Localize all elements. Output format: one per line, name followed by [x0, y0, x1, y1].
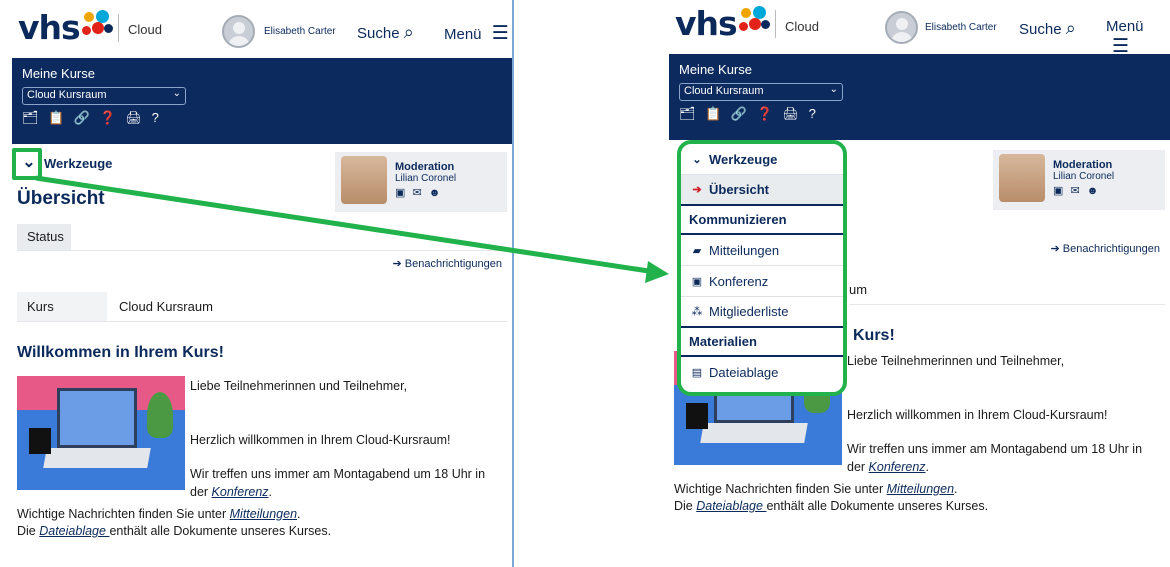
link-dateiablage[interactable]: Dateiablage: [39, 524, 109, 538]
news-line: Wichtige Nachrichten finden Sie unter Mi…: [17, 507, 301, 521]
chevron-down-icon: ⌄: [172, 88, 181, 99]
search-button[interactable]: Suche ⌕: [357, 22, 414, 43]
moderator-contact-icons[interactable]: ▣ ✉ ☻: [395, 186, 442, 199]
course-value: Cloud Kursraum: [119, 299, 213, 314]
cloud-label: Cloud: [128, 22, 162, 37]
drawer-item-messages[interactable]: ▰ Mitteilungen: [681, 235, 843, 266]
cloud-label: Cloud: [785, 19, 819, 34]
notifications-link[interactable]: ➔ Benachrichtigungen: [12, 251, 512, 270]
user-name[interactable]: Elisabeth Carter: [925, 22, 997, 33]
course-select-value: Cloud Kursraum: [684, 85, 764, 97]
highlight-toggle-box: [12, 148, 42, 180]
course-label: Kurs: [17, 292, 107, 321]
drawer-section-communicate: Kommunizieren: [681, 206, 843, 235]
tab-status[interactable]: Status: [17, 224, 71, 250]
avatar[interactable]: [222, 15, 255, 48]
file-storage-icon: ▤: [691, 367, 703, 379]
search-icon: ⌕: [1065, 18, 1076, 38]
vhs-logo[interactable]: vhs: [18, 8, 81, 47]
logo-dots-icon: [739, 6, 773, 36]
course-info-row: um: [849, 275, 1165, 305]
user-name[interactable]: Elisabeth Carter: [264, 26, 336, 37]
avatar[interactable]: [885, 11, 918, 44]
course-bar: Meine Kurse Cloud Kursraum ⌄ 🗂 📋 🔗 ❓ 🖨 ?: [669, 54, 1170, 140]
meeting-text: Wir treffen uns immer am Montagabend um …: [190, 467, 486, 481]
course-toolbar-icons[interactable]: 🗂 📋 🔗 ❓ 🖨 ?: [22, 110, 502, 126]
menu-button[interactable]: Menü ☰: [444, 22, 509, 45]
moderator-name: Lilian Coronel: [395, 173, 457, 184]
tools-row: ⌄ Werkzeuge Moderation Lilian Coronel ▣ …: [12, 144, 512, 212]
welcome-text: Herzlich willkommen in Ihrem Cloud-Kursr…: [190, 433, 451, 447]
meeting-text-2: der Konferenz.: [847, 460, 930, 474]
moderator-photo: [341, 156, 387, 204]
drawer-item-overview[interactable]: ➔ Übersicht: [681, 175, 843, 206]
panel-before: vhs Cloud Elisabeth Carter Suche ⌕ Menü …: [12, 0, 514, 567]
drawer-item-files[interactable]: ▤ Dateiablage: [681, 357, 843, 388]
meeting-text: Wir treffen uns immer am Montagabend um …: [847, 442, 1143, 456]
welcome-heading: Willkommen in Ihrem Kurs!: [17, 344, 224, 361]
files-line: Die Dateiablage enthält alle Dokumente u…: [17, 524, 332, 538]
search-button[interactable]: Suche ⌕: [1019, 18, 1076, 39]
course-toolbar-icons[interactable]: 🗂 📋 🔗 ❓ 🖨 ?: [679, 106, 1160, 122]
moderation-card: Moderation Lilian Coronel ▣ ✉ ☻: [335, 152, 507, 212]
drawer-item-conference[interactable]: ▣ Konferenz: [681, 266, 843, 297]
course-info-row: Kurs Cloud Kursraum: [17, 292, 507, 322]
news-line: Wichtige Nachrichten finden Sie unter Mi…: [674, 482, 958, 496]
moderator-name: Lilian Coronel: [1053, 171, 1115, 182]
messages-icon: ▰: [692, 244, 702, 257]
divider: [775, 10, 776, 38]
meeting-text-2: der Konferenz.: [190, 485, 273, 499]
link-konferenz[interactable]: Konferenz: [869, 460, 926, 474]
my-courses-title: Meine Kurse: [22, 66, 95, 81]
search-label: Suche: [1019, 21, 1062, 38]
divider: [118, 14, 119, 42]
moderator-photo: [999, 154, 1045, 202]
moderation-title: Moderation: [395, 161, 455, 173]
vhs-logo[interactable]: vhs: [675, 4, 738, 43]
moderation-card: Moderation Lilian Coronel ▣ ✉ ☻: [993, 150, 1165, 210]
course-select[interactable]: Cloud Kursraum ⌄: [22, 87, 186, 105]
link-mitteilungen[interactable]: Mitteilungen: [230, 507, 297, 521]
menu-label: Menü: [1106, 18, 1144, 35]
conference-icon: ▣: [691, 275, 703, 288]
tools-drawer: ⌄ Werkzeuge ➔ Übersicht Kommunizieren ▰ Mit…: [677, 140, 847, 396]
link-mitteilungen[interactable]: Mitteilungen: [887, 482, 954, 496]
course-select[interactable]: Cloud Kursraum ⌄: [679, 83, 843, 101]
drawer-section-materials: Materialien: [681, 328, 843, 357]
screenshot-stage: vhs Cloud Elisabeth Carter Suche ⌕ Menü …: [0, 0, 1170, 567]
video-conference-illustration: [17, 376, 185, 490]
my-courses-title: Meine Kurse: [679, 62, 752, 77]
moderation-title: Moderation: [1053, 159, 1113, 171]
link-konferenz[interactable]: Konferenz: [212, 485, 269, 499]
course-value: um: [849, 282, 868, 297]
search-label: Suche: [357, 25, 400, 42]
link-dateiablage[interactable]: Dateiablage: [696, 499, 766, 513]
arrow-right-icon: ➔: [692, 184, 702, 196]
files-line: Die Dateiablage enthält alle Dokumente u…: [674, 499, 989, 513]
welcome-text: Herzlich willkommen in Ihrem Cloud-Kursr…: [847, 408, 1108, 422]
menu-button[interactable]: Menü ☰: [1106, 18, 1170, 58]
header: vhs Cloud Elisabeth Carter Suche ⌕ Menü …: [12, 0, 512, 58]
greeting-text: Liebe Teilnehmerinnen und Teilnehmer,: [847, 354, 1065, 368]
greeting-text: Liebe Teilnehmerinnen und Teilnehmer,: [190, 379, 408, 393]
course-bar: Meine Kurse Cloud Kursraum ⌄ 🗂 📋 🔗 ❓ 🖨 ?: [12, 58, 512, 144]
logo-dots-icon: [82, 10, 116, 40]
search-icon: ⌕: [403, 22, 414, 42]
moderator-contact-icons[interactable]: ▣ ✉ ☻: [1053, 184, 1100, 197]
members-icon: ⁂: [691, 306, 703, 318]
course-select-value: Cloud Kursraum: [27, 89, 107, 101]
hamburger-icon: ☰: [491, 23, 509, 44]
menu-label: Menü: [444, 26, 482, 43]
drawer-item-members[interactable]: ⁂ Mitgliederliste: [681, 297, 843, 328]
drawer-tools-toggle[interactable]: ⌄ Werkzeuge: [681, 144, 843, 175]
chevron-down-icon: ⌄: [692, 153, 702, 166]
chevron-down-icon: ⌄: [829, 84, 838, 95]
header: vhs Cloud Elisabeth Carter Suche ⌕ Menü …: [669, 0, 1170, 58]
welcome-content: Liebe Teilnehmerinnen und Teilnehmer, He…: [12, 376, 512, 506]
tools-toggle-label[interactable]: Werkzeuge: [44, 156, 112, 171]
panel-after: vhs Cloud Elisabeth Carter Suche ⌕ Menü …: [669, 0, 1170, 567]
